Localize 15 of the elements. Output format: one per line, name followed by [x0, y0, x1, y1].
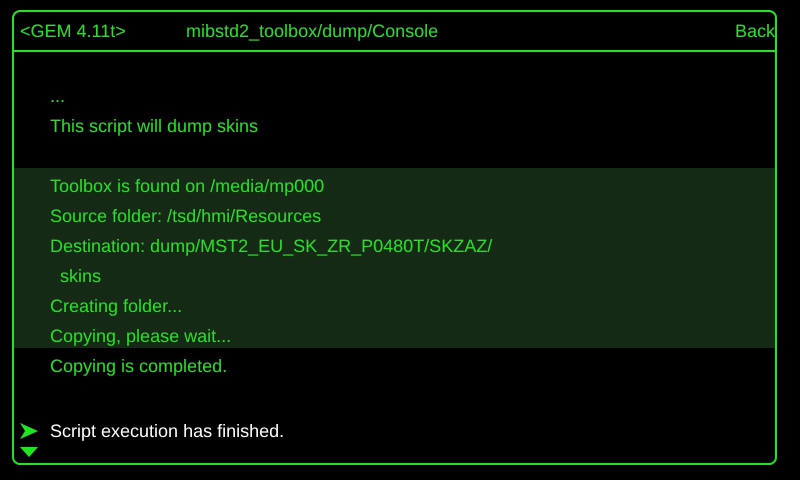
- console-line: Copying is completed.: [49, 355, 228, 378]
- back-button[interactable]: Back: [734, 20, 775, 42]
- scroll-down-icon[interactable]: [20, 447, 38, 457]
- console-line: Destination: dump/MST2_EU_SK_ZR_P0480T/SKZAZ/: [49, 235, 492, 258]
- status-message: Script execution has finished.: [49, 420, 284, 443]
- console-line: Toolbox is found on /media/mp000: [49, 175, 324, 198]
- console-line: Creating folder...: [49, 295, 182, 318]
- console-title: mibstd2_toolbox/dump/Console: [186, 20, 440, 42]
- console-line: Copying, please wait...: [49, 325, 232, 348]
- version-label: <GEM 4.11t>: [20, 20, 127, 42]
- console-line: skins: [59, 265, 102, 288]
- arrow-icon: [20, 423, 38, 439]
- console-line: Source folder: /tsd/hmi/Resources: [49, 205, 322, 228]
- console-line: ...: [49, 85, 66, 108]
- console-line: This script will dump skins: [49, 115, 258, 138]
